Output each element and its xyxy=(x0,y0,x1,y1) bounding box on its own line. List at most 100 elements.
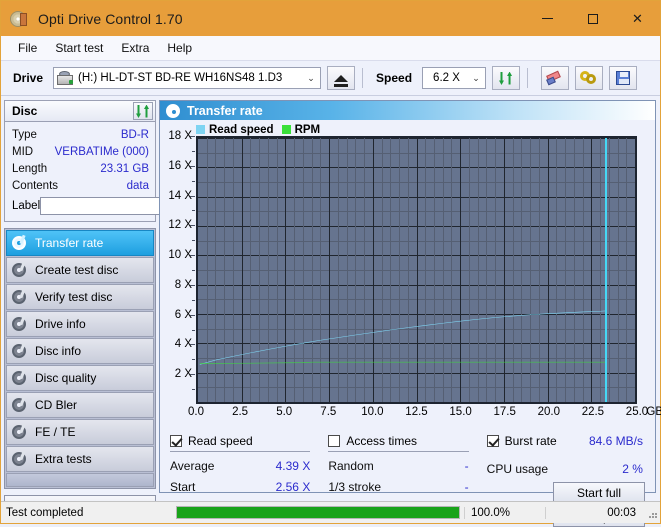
menu-item-help[interactable]: Help xyxy=(158,38,201,58)
x-axis-tick-label: 10.0 xyxy=(361,406,384,418)
read-speed-checkbox-row[interactable]: Read speed xyxy=(170,432,328,449)
close-button[interactable]: ✕ xyxy=(615,1,660,36)
resize-grip[interactable] xyxy=(644,506,658,520)
disc-panel-body: Type BD-R MID VERBATIMe (000) Length 23.… xyxy=(4,122,243,222)
sidebar: Disc Type BD-R MID VERBATIMe (000) Lengt… xyxy=(1,96,243,518)
disc-key: Type xyxy=(12,128,37,141)
disc-icon xyxy=(12,234,28,251)
access-times-label: Access times xyxy=(346,433,418,448)
y-axis-tick-label: 14 X xyxy=(168,189,192,202)
x-axis-tick-label: 15.0 xyxy=(449,406,472,418)
y-axis-minor-tick xyxy=(192,359,195,361)
y-axis-minor-tick xyxy=(192,299,195,301)
disc-value: BD-R xyxy=(120,128,149,141)
access-times-checkbox-row[interactable]: Access times xyxy=(328,432,486,449)
sidebar-item-label: Verify test disc xyxy=(35,290,113,304)
disc-label-caption: Label xyxy=(12,200,41,212)
disc-refresh-button[interactable] xyxy=(133,102,153,120)
toolbar-divider-2 xyxy=(527,68,529,88)
eject-button[interactable] xyxy=(327,66,356,90)
bitsetting-button[interactable] xyxy=(575,66,604,90)
disc-key: MID xyxy=(12,145,34,158)
burst-rate-checkbox-row[interactable]: Burst rate 84.6 MB/s xyxy=(486,432,645,449)
disc-row-length: Length 23.31 GB xyxy=(12,160,149,177)
refresh-button[interactable] xyxy=(492,66,521,90)
close-icon: ✕ xyxy=(632,11,643,26)
divider xyxy=(487,451,627,455)
sidebar-item-label: Drive info xyxy=(35,317,86,331)
drive-select[interactable]: (H:) HL-DT-ST BD-RE WH16NS48 1.D3 ⌄ xyxy=(53,67,322,89)
y-axis-tick-label: 10 X xyxy=(168,249,192,262)
eject-icon xyxy=(334,74,349,87)
maximize-button[interactable] xyxy=(570,1,615,36)
sidebar-item-label: Extra tests xyxy=(35,452,92,466)
access-times-checkbox[interactable] xyxy=(328,434,341,447)
app-disc-icon xyxy=(10,10,30,28)
status-text: Test completed xyxy=(6,506,84,519)
chart: 2 X4 X6 X8 X 10 X 12 X 14 X 16 X 18 X GB 0.0 2… xyxy=(160,130,661,426)
y-axis-tick xyxy=(190,255,195,257)
sidebar-item-transfer-rate[interactable]: Transfer rate xyxy=(6,230,154,256)
erase-button[interactable] xyxy=(541,66,570,90)
read-speed-checkbox[interactable] xyxy=(170,434,182,447)
y-axis-tick xyxy=(190,165,195,167)
save-button[interactable] xyxy=(609,66,638,90)
menu-item-start-test[interactable]: Start test xyxy=(46,38,112,58)
graph-title: Transfer rate xyxy=(187,103,263,118)
stat-row-average: Average 4.39 X xyxy=(170,455,328,476)
sidebar-item-verify-test-disc[interactable]: Verify test disc xyxy=(6,284,154,310)
progress-bar xyxy=(176,506,460,519)
sidebar-item-fe-te[interactable]: FE / TE xyxy=(6,419,154,445)
y-axis-labels: 2 X4 X6 X8 X 10 X 12 X 14 X 16 X 18 X xyxy=(160,130,196,404)
y-axis-tick xyxy=(190,195,195,197)
application-window: Opti Drive Control 1.70 ✕ File Start tes… xyxy=(0,0,661,527)
speed-select[interactable]: 6.2 X ⌄ xyxy=(422,67,487,89)
disc-key: Length xyxy=(12,162,48,175)
sidebar-item-create-test-disc[interactable]: Create test disc xyxy=(6,257,154,283)
nav-spacer xyxy=(6,473,154,487)
title-bar: Opti Drive Control 1.70 ✕ xyxy=(1,1,660,36)
x-axis-tick-label: 17.5 xyxy=(493,406,516,418)
disc-value: data xyxy=(126,179,149,192)
x-axis-tick-label: 0.0 xyxy=(188,406,204,418)
x-axis-tick-label: 25.0 xyxy=(625,406,649,418)
sidebar-item-label: Transfer rate xyxy=(35,236,104,250)
disc-row-type: Type BD-R xyxy=(12,126,149,143)
y-axis-tick xyxy=(190,136,195,137)
disc-key: Contents xyxy=(12,179,59,192)
chart-series xyxy=(198,138,635,402)
toolbar: Drive (H:) HL-DT-ST BD-RE WH16NS48 1.D3 … xyxy=(1,61,660,96)
stat-key: CPU usage xyxy=(486,461,549,476)
menu-item-file[interactable]: File xyxy=(9,38,46,58)
sidebar-item-disc-info[interactable]: Disc info xyxy=(6,338,154,364)
start-full-button[interactable]: Start full xyxy=(552,482,645,503)
chevron-down-icon: ⌄ xyxy=(307,72,315,83)
disc-icon xyxy=(12,342,28,359)
y-axis-tick-label: 18 X xyxy=(168,130,192,142)
y-axis-tick xyxy=(190,344,195,346)
sidebar-item-extra-tests[interactable]: Extra tests xyxy=(6,446,154,472)
disc-icon xyxy=(12,396,28,413)
sidebar-item-drive-info[interactable]: Drive info xyxy=(6,311,154,337)
sidebar-item-disc-quality[interactable]: Disc quality xyxy=(6,365,154,391)
eraser-icon xyxy=(546,70,564,86)
minimize-button[interactable] xyxy=(525,1,570,36)
disc-label-row: Label xyxy=(12,196,243,216)
stat-row-third-stroke: 1/3 stroke - xyxy=(328,476,486,497)
disc-value: 23.31 GB xyxy=(100,162,149,175)
stat-value: 2 % xyxy=(622,461,643,476)
drive-select-value: (H:) HL-DT-ST BD-RE WH16NS48 1.D3 xyxy=(78,72,283,84)
burst-rate-checkbox[interactable] xyxy=(486,434,499,447)
y-axis-minor-tick xyxy=(192,389,195,391)
plot-area[interactable] xyxy=(196,136,637,404)
y-axis-minor-tick xyxy=(192,180,195,182)
chart-legend: Read speed RPM xyxy=(160,123,655,136)
menu-item-extra[interactable]: Extra xyxy=(112,38,158,58)
legend-label-read-speed: Read speed xyxy=(209,123,274,136)
y-axis-tick xyxy=(190,225,195,227)
sidebar-item-label: Create test disc xyxy=(35,263,119,277)
menu-bar: File Start test Extra Help xyxy=(1,36,660,61)
drive-label: Drive xyxy=(13,71,44,85)
sidebar-item-cd-bler[interactable]: CD Bler xyxy=(6,392,154,418)
read-speed-label: Read speed xyxy=(188,433,253,448)
